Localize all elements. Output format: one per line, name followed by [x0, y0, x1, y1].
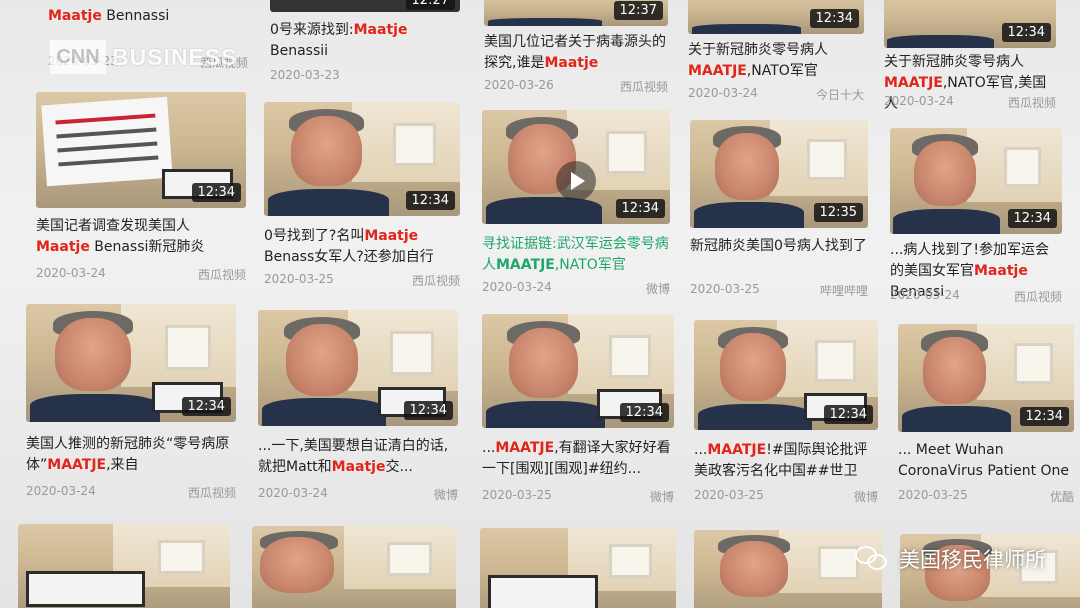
- duration-badge: 12:34: [191, 183, 241, 202]
- duration-badge: 12:34: [1007, 209, 1057, 228]
- video-meta: 2020-03-24 西瓜视频: [26, 484, 236, 500]
- video-title[interactable]: ... Meet Wuhan CoronaVirus Patient One: [898, 440, 1074, 482]
- video-title[interactable]: ...一下,美国要想自证清白的话,就把Matt和Maatje交...: [258, 436, 458, 478]
- video-title[interactable]: ...MAATJE,有翻译大家好好看一下[围观][围观]#纽约...: [482, 438, 674, 480]
- video-thumbnail[interactable]: 12:34: [482, 314, 674, 428]
- video-card[interactable]: [18, 524, 230, 608]
- video-thumbnail[interactable]: [694, 530, 882, 608]
- video-title[interactable]: 新冠肺炎美国0号病人找到了: [690, 236, 868, 257]
- duration-badge: 12:34: [615, 199, 665, 218]
- video-card[interactable]: 12:34 ...一下,美国要想自证清白的话,就把Matt和Maatje交...…: [258, 310, 458, 502]
- video-title[interactable]: 0号找到了?名叫Maatje Benass女军人?还参加自行: [264, 226, 460, 268]
- video-thumbnail[interactable]: 12:34: [688, 0, 864, 34]
- video-title[interactable]: 美国记者调查发现美国人 Maatje Benassi新冠肺炎: [36, 216, 246, 258]
- video-title[interactable]: ...MAATJE!#国际舆论批评美政客污名化中国##世卫: [694, 440, 878, 482]
- video-title[interactable]: 美国人推测的新冠肺炎“零号病原体”MAATJE,来自: [26, 434, 236, 476]
- video-title[interactable]: 关于新冠肺炎零号病人 MAATJE,NATO军官: [688, 40, 864, 82]
- duration-badge: 12:34: [823, 405, 873, 424]
- cnn-business-logo: CNN BUSINESS: [50, 40, 238, 74]
- duration-badge: 12:34: [1019, 407, 1069, 426]
- duration-badge: 12:37: [613, 1, 663, 20]
- video-card[interactable]: 12:34 0号找到了?名叫Maatje Benass女军人?还参加自行 202…: [264, 102, 460, 288]
- video-card[interactable]: 12:34 寻找证据链:武汉军运会零号病人MAATJE,NATO军官 2020-…: [482, 110, 670, 296]
- video-meta: 2020-03-24 微博: [482, 280, 670, 296]
- video-card[interactable]: 12:34 ...MAATJE,有翻译大家好好看一下[围观][围观]#纽约...…: [482, 314, 674, 506]
- video-thumbnail[interactable]: 12:34: [898, 324, 1074, 432]
- video-card[interactable]: 12:34 美国记者调查发现美国人 Maatje Benassi新冠肺炎 2020…: [36, 92, 246, 282]
- video-meta: 2020-03-24 西瓜视频: [890, 288, 1062, 304]
- video-card[interactable]: 12:34 ...病人找到了!参加军运会的美国女军官Maatje Benassi…: [890, 128, 1062, 308]
- video-thumbnail[interactable]: 12:35: [690, 120, 868, 228]
- video-card[interactable]: 12:34 ...MAATJE!#国际舆论批评美政客污名化中国##世卫 2020…: [694, 320, 878, 508]
- duration-badge: 12:34: [405, 191, 455, 210]
- video-thumbnail[interactable]: 12:34: [36, 92, 246, 208]
- video-card[interactable]: [694, 530, 882, 608]
- video-card[interactable]: 12:34 关于新冠肺炎零号病人 MAATJE,NATO军官,美国人 2020-0…: [884, 0, 1056, 112]
- duration-badge: 12:35: [813, 203, 863, 222]
- video-thumbnail[interactable]: 12:34: [258, 310, 458, 426]
- wechat-icon: [855, 546, 889, 572]
- duration-badge: 12:27: [405, 0, 455, 10]
- duration-badge: 12:34: [181, 397, 231, 416]
- video-card[interactable]: [252, 526, 456, 608]
- video-card[interactable]: 12:34 美国人推测的新冠肺炎“零号病原体”MAATJE,来自 2020-03…: [26, 304, 236, 500]
- video-meta: 2020-03-25 微博: [482, 488, 674, 504]
- video-thumbnail[interactable]: 12:34: [264, 102, 460, 216]
- video-card[interactable]: [480, 528, 676, 608]
- video-meta: 2020-03-23: [270, 68, 340, 82]
- duration-badge: 12:34: [809, 9, 859, 28]
- video-thumbnail[interactable]: 12:34: [482, 110, 670, 224]
- video-thumbnail[interactable]: [18, 524, 230, 608]
- video-thumbnail[interactable]: 12:34: [694, 320, 878, 430]
- duration-badge: 12:34: [1001, 23, 1051, 42]
- video-meta: 2020-03-25 哔哩哔哩: [690, 282, 868, 298]
- video-meta: 2020-03-24 微博: [258, 486, 458, 502]
- cnn-logo: CNN: [50, 40, 106, 74]
- video-card[interactable]: 12:34 ... Meet Wuhan CoronaVirus Patient…: [898, 324, 1074, 508]
- video-card[interactable]: 12:35 新冠肺炎美国0号病人找到了 2020-03-25 哔哩哔哩: [690, 120, 868, 300]
- video-thumbnail[interactable]: [252, 526, 456, 608]
- search-results-grid: Maatje Bennassi 2020-03-23西瓜视频 12:27 0号来…: [0, 0, 1080, 608]
- video-title[interactable]: 美国几位记者关于病毒源头的探究,谁是Maatje: [484, 32, 668, 74]
- video-title[interactable]: Maatje Bennassi: [48, 6, 248, 27]
- video-meta: 2020-03-24 今日十大: [688, 86, 864, 102]
- video-thumbnail[interactable]: 12:27: [270, 0, 460, 12]
- video-thumbnail[interactable]: 12:34: [890, 128, 1062, 234]
- watermark: 美国移民律师所: [855, 544, 1046, 574]
- video-card[interactable]: 12:34 关于新冠肺炎零号病人 MAATJE,NATO军官 2020-03-24…: [688, 0, 864, 102]
- duration-badge: 12:34: [619, 403, 669, 422]
- video-meta: 2020-03-25 微博: [694, 488, 878, 504]
- video-card[interactable]: 12:27 0号来源找到:Maatje Benassii 2020-03-23: [270, 0, 460, 88]
- video-title[interactable]: 寻找证据链:武汉军运会零号病人MAATJE,NATO军官: [482, 234, 670, 276]
- play-icon[interactable]: [556, 161, 596, 202]
- video-thumbnail[interactable]: 12:37: [484, 0, 668, 26]
- video-meta: 2020-03-25 优酷: [898, 488, 1074, 504]
- video-thumbnail[interactable]: [480, 528, 676, 608]
- video-title[interactable]: 0号来源找到:Maatje Benassii: [270, 20, 460, 62]
- video-thumbnail[interactable]: 12:34: [26, 304, 236, 422]
- video-meta: 2020-03-25 西瓜视频: [264, 272, 460, 288]
- video-thumbnail[interactable]: 12:34: [884, 0, 1056, 48]
- video-meta: 2020-03-26 西瓜视频: [484, 78, 668, 94]
- video-meta: 2020-03-24 西瓜视频: [884, 94, 1056, 110]
- duration-badge: 12:34: [403, 401, 453, 420]
- watermark-text: 美国移民律师所: [899, 548, 1046, 572]
- business-wordmark: BUSINESS: [112, 43, 238, 70]
- video-card[interactable]: 12:37 美国几位记者关于病毒源头的探究,谁是Maatje 2020-03-2…: [484, 0, 668, 98]
- video-meta: 2020-03-24 西瓜视频: [36, 266, 246, 282]
